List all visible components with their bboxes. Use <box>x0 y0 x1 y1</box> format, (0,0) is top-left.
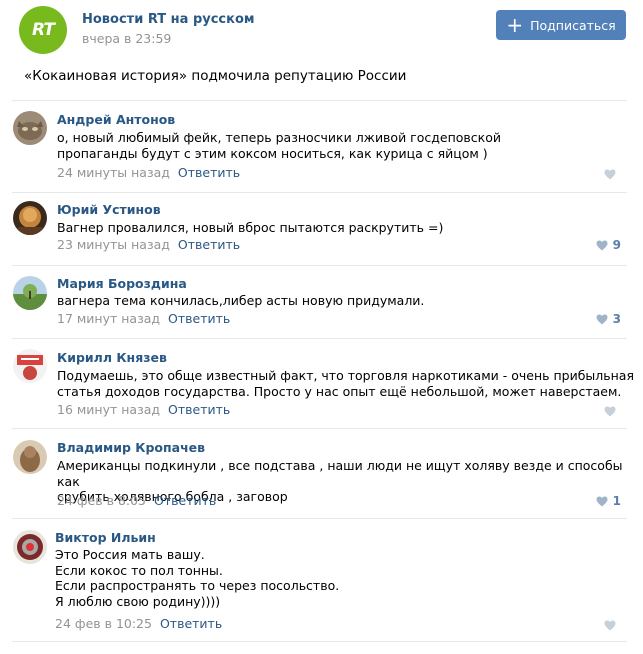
community-name[interactable]: Новости RT на русском <box>82 12 255 27</box>
heart-icon <box>604 620 616 631</box>
comment-text: Это Россия мать вашу. Если кокос то пол … <box>55 547 340 609</box>
reply-link[interactable]: Ответить <box>178 165 240 180</box>
comment-time[interactable]: 24 минуты назад <box>57 165 170 180</box>
heart-icon <box>604 406 616 417</box>
comment-meta: 23 минуты назад Ответить <box>57 237 240 252</box>
comment-time[interactable]: 16 минут назад <box>57 402 160 417</box>
post-time[interactable]: вчера в 23:59 <box>82 31 171 46</box>
logo-text: RT <box>32 20 55 40</box>
like-count: 3 <box>612 312 621 326</box>
comment-text: Вагнер провалился, новый вброс пытаются … <box>57 220 444 235</box>
avatar[interactable] <box>13 349 47 383</box>
divider <box>12 338 627 339</box>
avatar[interactable] <box>13 440 47 474</box>
plus-icon: + <box>506 13 524 37</box>
like-button[interactable]: 9 <box>596 238 621 252</box>
like-count: 1 <box>612 494 621 508</box>
divider <box>12 641 627 642</box>
like-count: 9 <box>612 238 621 252</box>
heart-icon <box>596 314 608 324</box>
comment-text: Подумаешь, это обще известный факт, что … <box>57 368 634 399</box>
reply-link[interactable]: Ответить <box>168 311 230 326</box>
like-button[interactable]: 3 <box>596 312 621 326</box>
like-button[interactable] <box>604 169 621 180</box>
heart-icon <box>604 169 616 180</box>
reply-link[interactable]: Ответить <box>178 237 240 252</box>
subscribe-button[interactable]: + Подписаться <box>496 10 626 40</box>
divider <box>12 518 627 519</box>
divider <box>12 192 627 193</box>
subscribe-label: Подписаться <box>530 17 616 33</box>
like-button[interactable] <box>604 620 621 631</box>
reply-link[interactable]: Ответить <box>160 616 222 631</box>
community-logo[interactable]: RT <box>19 6 67 54</box>
comment-meta: 24 фев в 8:05 Ответить <box>57 493 216 508</box>
comment-author[interactable]: Мария Бороздина <box>57 276 187 291</box>
comment-meta: 17 минут назад Ответить <box>57 311 230 326</box>
comment-meta: 24 минуты назад Ответить <box>57 165 240 180</box>
comment-text: о, новый любимый фейк, теперь разносчики… <box>57 130 501 161</box>
divider <box>12 265 627 266</box>
comment-time[interactable]: 24 фев в 10:25 <box>55 616 152 631</box>
avatar[interactable] <box>13 201 47 235</box>
post-text: «Кокаиновая история» подмочила репутацию… <box>24 68 407 84</box>
comment-time[interactable]: 23 минуты назад <box>57 237 170 252</box>
post-header: RT Новости RT на русском вчера в 23:59 +… <box>0 0 643 70</box>
comment-author[interactable]: Виктор Ильин <box>55 530 156 545</box>
reply-link[interactable]: Ответить <box>168 402 230 417</box>
divider <box>12 100 627 101</box>
comment-author[interactable]: Юрий Устинов <box>57 202 161 217</box>
comment-meta: 16 минут назад Ответить <box>57 402 230 417</box>
comment-author[interactable]: Кирилл Князев <box>57 350 167 365</box>
heart-icon <box>596 240 608 250</box>
avatar[interactable] <box>13 111 47 145</box>
comment-time[interactable]: 24 фев в 8:05 <box>57 493 146 508</box>
comment-time[interactable]: 17 минут назад <box>57 311 160 326</box>
reply-link[interactable]: Ответить <box>154 493 216 508</box>
divider <box>12 428 627 429</box>
like-button[interactable] <box>604 406 621 417</box>
comment-meta: 24 фев в 10:25 Ответить <box>55 616 222 631</box>
like-button[interactable]: 1 <box>596 494 621 508</box>
avatar[interactable] <box>13 276 47 310</box>
comment-author[interactable]: Владимир Кропачев <box>57 440 205 455</box>
avatar[interactable] <box>13 530 47 564</box>
comment-author[interactable]: Андрей Антонов <box>57 112 175 127</box>
comment-text: вагнера тема кончилась,либер асты новую … <box>57 293 425 308</box>
heart-icon <box>596 496 608 506</box>
